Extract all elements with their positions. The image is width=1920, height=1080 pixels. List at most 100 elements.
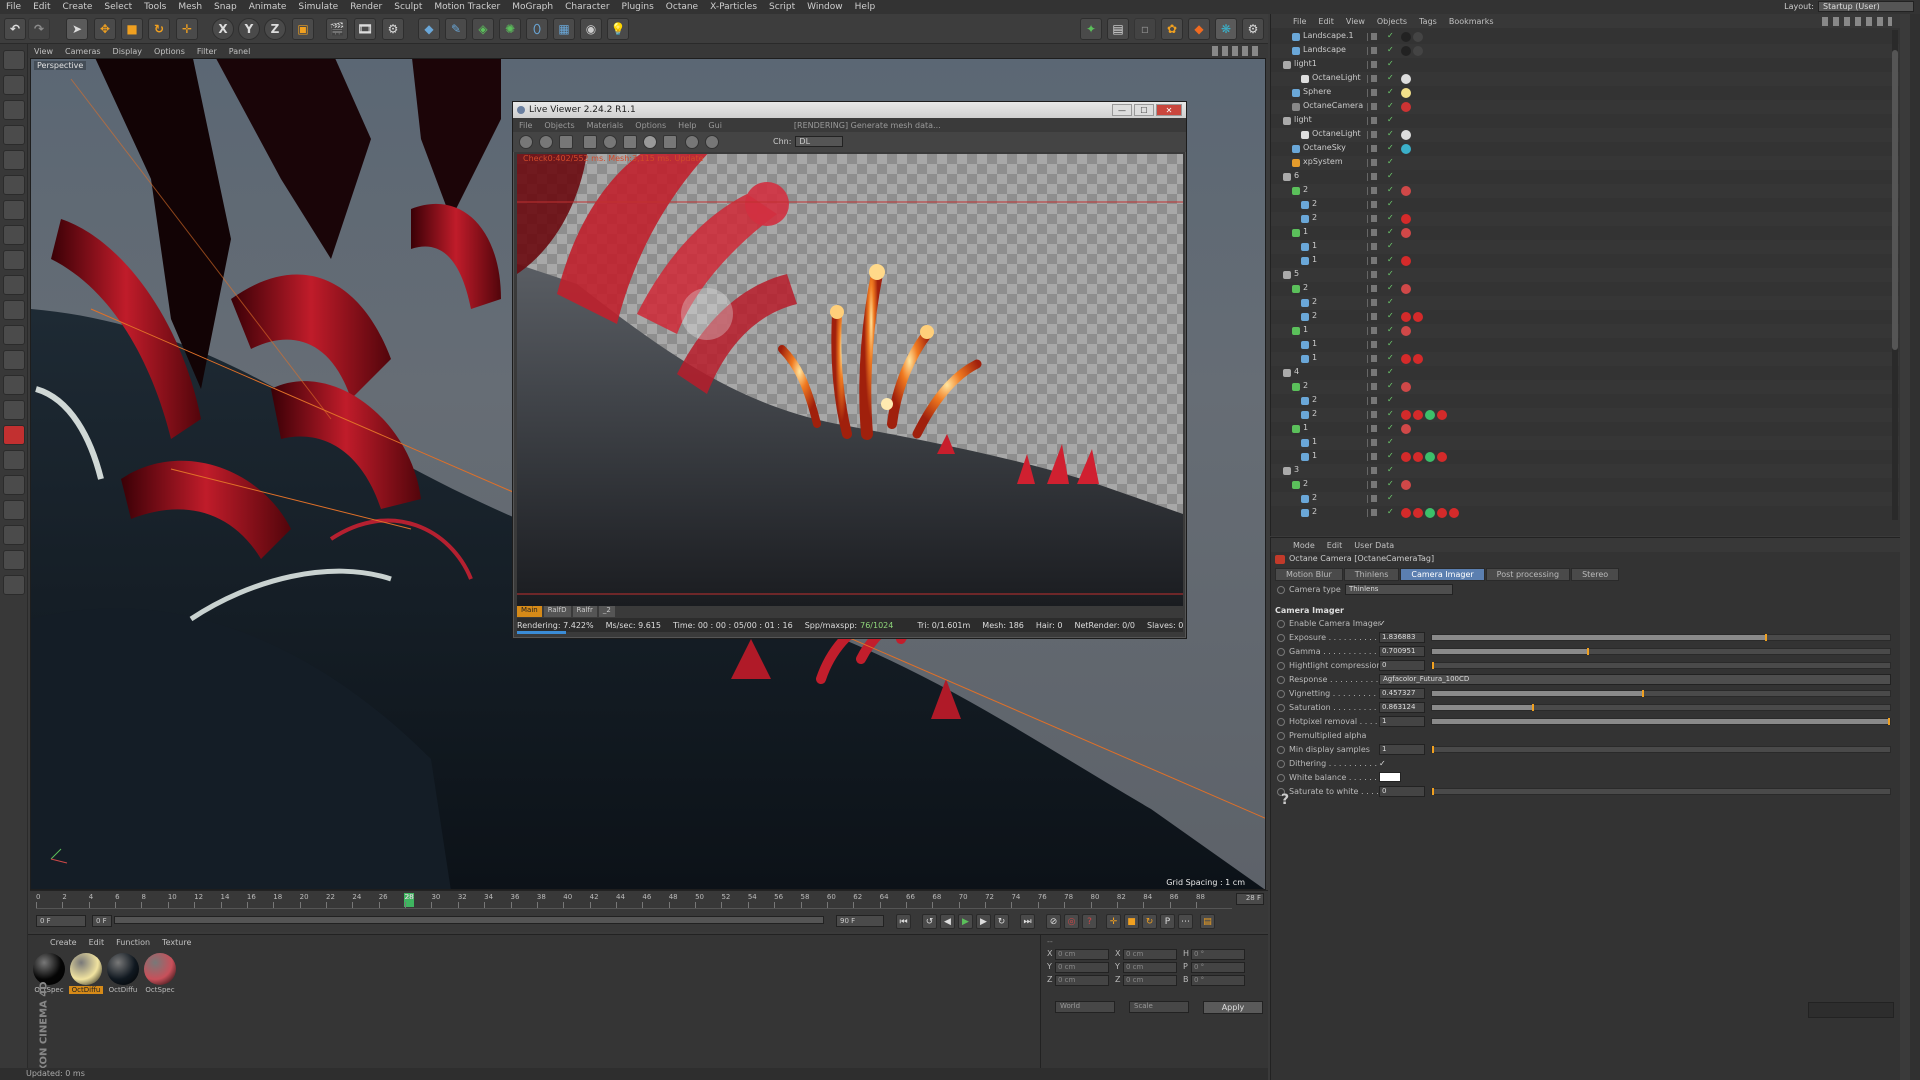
enabled-check-icon[interactable]: ✓ xyxy=(1387,479,1394,488)
object-row[interactable]: 2 ✓ xyxy=(1271,198,1899,212)
nurbs-icon[interactable]: ◈ xyxy=(472,18,494,40)
viewport-camera-label[interactable]: Perspective xyxy=(34,61,87,70)
menu-octane[interactable]: Octane xyxy=(660,2,704,12)
attribute-menu-user-data[interactable]: User Data xyxy=(1348,541,1400,550)
object-row[interactable]: 2 ✓ xyxy=(1271,184,1899,198)
lv-channel-tab[interactable]: Main xyxy=(517,606,542,617)
array-icon[interactable]: ✺ xyxy=(499,18,521,40)
material-menu-create[interactable]: Create xyxy=(44,938,83,947)
enabled-check-icon[interactable]: ✓ xyxy=(1387,171,1394,180)
animate-radio[interactable] xyxy=(1277,690,1285,698)
visibility-flags-icon[interactable] xyxy=(1367,243,1385,251)
visibility-flags-icon[interactable] xyxy=(1367,61,1385,69)
go-to-start-icon[interactable]: ⏮ xyxy=(896,914,911,929)
animate-radio[interactable] xyxy=(1277,676,1285,684)
slider-knob[interactable] xyxy=(1888,718,1890,725)
enabled-check-icon[interactable]: ✓ xyxy=(1387,283,1394,292)
enabled-check-icon[interactable]: ✓ xyxy=(1387,423,1394,432)
lv-menu-gui[interactable]: Gui xyxy=(702,121,728,130)
viewport-menu-options[interactable]: Options xyxy=(148,47,191,56)
visibility-flags-icon[interactable] xyxy=(1367,271,1385,279)
layout-selector[interactable]: Layout: Startup (User) xyxy=(1784,1,1914,12)
menu-file[interactable]: File xyxy=(0,2,27,12)
enabled-check-icon[interactable]: ✓ xyxy=(1387,493,1394,502)
polygons-mode-icon[interactable] xyxy=(3,200,25,220)
keyframe-selection-icon[interactable]: ? xyxy=(1082,914,1097,929)
spline-pen-icon[interactable]: ✎ xyxy=(445,18,467,40)
layout-dropdown[interactable]: Startup (User) xyxy=(1818,1,1914,12)
object-row[interactable]: 2 ✓ xyxy=(1271,212,1899,226)
enabled-check-icon[interactable]: ✓ xyxy=(1387,157,1394,166)
material-menu-edit[interactable]: Edit xyxy=(83,938,111,947)
octane-live-viewer-icon[interactable]: ❋ xyxy=(1215,18,1237,40)
object-manager-search-icons[interactable] xyxy=(1822,17,1892,26)
points-mode-icon[interactable] xyxy=(3,150,25,170)
object-menu-file[interactable]: File xyxy=(1287,17,1312,26)
lighting-icon[interactable] xyxy=(3,525,25,545)
param-value-field[interactable]: 1 xyxy=(1379,744,1425,755)
lock-resolution-icon[interactable] xyxy=(623,135,637,149)
animate-radio[interactable] xyxy=(1277,662,1285,670)
enabled-check-icon[interactable]: ✓ xyxy=(1387,59,1394,68)
object-menu-edit[interactable]: Edit xyxy=(1312,17,1340,26)
timeline-window-icon[interactable]: ▤ xyxy=(1200,914,1215,929)
object-row[interactable]: 1 ✓ xyxy=(1271,338,1899,352)
redo-icon[interactable]: ↷ xyxy=(28,18,50,40)
coordinate-field[interactable]: 0 cm xyxy=(1123,962,1177,973)
coordinate-mode-dropdown[interactable]: Scale xyxy=(1129,1001,1189,1013)
visibility-flags-icon[interactable] xyxy=(1367,313,1385,321)
white-balance-picker-icon[interactable] xyxy=(705,135,719,149)
param-checkbox[interactable]: ✓ xyxy=(1379,619,1386,628)
viewport-menu-cameras[interactable]: Cameras xyxy=(59,47,107,56)
enabled-check-icon[interactable]: ✓ xyxy=(1387,297,1394,306)
param-slider[interactable] xyxy=(1431,648,1891,655)
range-start-field[interactable]: 0 F xyxy=(92,915,112,927)
object-row[interactable]: 2 ✓ xyxy=(1271,282,1899,296)
object-tag-icon[interactable] xyxy=(1425,410,1435,420)
object-tag-icon[interactable] xyxy=(1401,102,1411,112)
enabled-check-icon[interactable]: ✓ xyxy=(1387,213,1394,222)
object-row[interactable]: xpSystem ✓ xyxy=(1271,156,1899,170)
floor-grid-icon[interactable] xyxy=(3,475,25,495)
planar-workplane-icon[interactable] xyxy=(3,375,25,395)
animate-radio[interactable] xyxy=(1277,760,1285,768)
param-value-field[interactable]: 1.836883 xyxy=(1379,632,1425,643)
animate-radio[interactable] xyxy=(1277,718,1285,726)
current-frame-field[interactable]: 28 F xyxy=(1236,893,1264,905)
material-swatch[interactable]: OctDiffu xyxy=(106,953,140,994)
autokey-icon[interactable]: ◎ xyxy=(1064,914,1079,929)
animate-radio[interactable] xyxy=(1277,704,1285,712)
viewport-nav-icons[interactable] xyxy=(1212,46,1260,56)
visibility-flags-icon[interactable] xyxy=(1367,327,1385,335)
visibility-flags-icon[interactable] xyxy=(1367,425,1385,433)
enabled-check-icon[interactable]: ✓ xyxy=(1387,451,1394,460)
visibility-flags-icon[interactable] xyxy=(1367,75,1385,83)
object-row[interactable]: Sphere ✓ xyxy=(1271,86,1899,100)
object-menu-tags[interactable]: Tags xyxy=(1413,17,1443,26)
preferences-gear-icon[interactable]: ⚙ xyxy=(1242,18,1264,40)
visibility-flags-icon[interactable] xyxy=(1367,257,1385,265)
enabled-check-icon[interactable]: ✓ xyxy=(1387,395,1394,404)
texture-mode-icon[interactable] xyxy=(3,100,25,120)
visibility-flags-icon[interactable] xyxy=(1367,481,1385,489)
tab-post-processing[interactable]: Post processing xyxy=(1485,568,1571,581)
menu-select[interactable]: Select xyxy=(98,2,138,12)
sphere-display-icon[interactable] xyxy=(3,550,25,570)
object-row[interactable]: OctaneCamera ✓ xyxy=(1271,100,1899,114)
visibility-flags-icon[interactable] xyxy=(1367,131,1385,139)
visibility-flags-icon[interactable] xyxy=(1367,411,1385,419)
object-row[interactable]: OctaneLight ✓ xyxy=(1271,128,1899,142)
param-checkbox[interactable]: ✓ xyxy=(1379,759,1386,768)
enabled-check-icon[interactable]: ✓ xyxy=(1387,115,1394,124)
object-row[interactable]: light1 ✓ xyxy=(1271,58,1899,72)
object-row[interactable]: 2 ✓ xyxy=(1271,394,1899,408)
enabled-check-icon[interactable]: ✓ xyxy=(1387,381,1394,390)
enabled-check-icon[interactable]: ✓ xyxy=(1387,143,1394,152)
material-pick-icon[interactable] xyxy=(643,135,657,149)
object-tag-icon[interactable] xyxy=(1401,74,1411,84)
octane-tag-icon[interactable] xyxy=(3,400,25,420)
animate-radio[interactable] xyxy=(1277,746,1285,754)
menu-simulate[interactable]: Simulate xyxy=(292,2,344,12)
param-value-field[interactable]: 0 xyxy=(1379,660,1425,671)
cube-primitive-icon[interactable]: ◆ xyxy=(418,18,440,40)
